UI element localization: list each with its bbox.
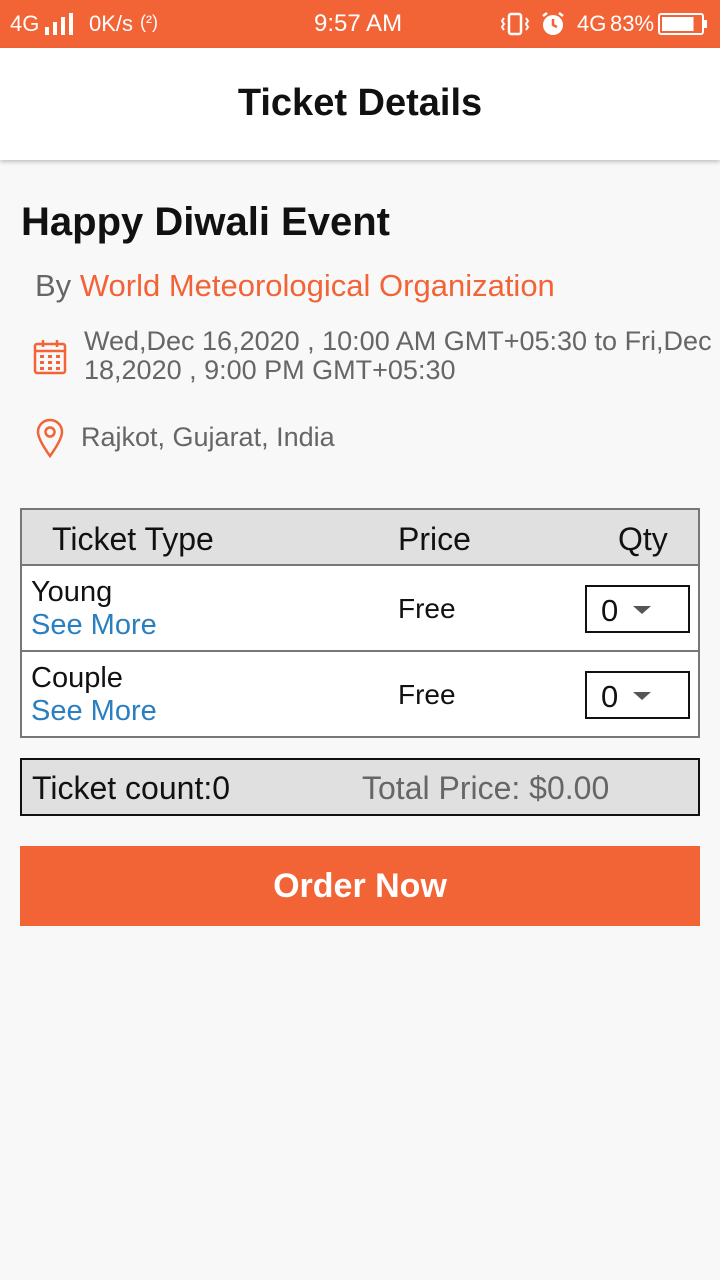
data-speed-label: 0K/s [89, 11, 134, 36]
ticket-name: Couple [31, 662, 123, 694]
dropdown-arrow-icon [633, 692, 651, 700]
see-more-link[interactable]: See More [31, 695, 157, 728]
organizer-line: By World Meteorological Organization [35, 268, 555, 304]
ticket-price: Free [398, 593, 456, 624]
see-more-link[interactable]: See More [31, 609, 157, 642]
signal-icon [45, 13, 73, 35]
organizer-link[interactable]: World Meteorological Organization [80, 268, 555, 303]
network-type-right-label: 4G [577, 11, 607, 36]
network-type-label: 4G [10, 11, 40, 36]
ticket-table-header: Ticket Type Price Qty [22, 510, 698, 566]
dropdown-arrow-icon [633, 606, 651, 614]
location-pin-icon [36, 418, 64, 458]
qty-dropdown[interactable]: 0 [585, 671, 690, 719]
hotspot-icon: (²) [140, 12, 158, 32]
qty-value: 0 [601, 679, 619, 714]
clock-time: 9:57 AM [314, 10, 403, 37]
calendar-icon [33, 340, 67, 375]
vibrate-icon [500, 12, 530, 36]
ticket-price: Free [398, 679, 456, 710]
event-date-range: Wed,Dec 16,2020 , 10:00 AM GMT+05:30 to … [84, 326, 712, 385]
total-price: Total Price: $0.00 [362, 770, 610, 806]
page-title: Ticket Details [237, 82, 483, 124]
header-price: Price [398, 521, 471, 557]
header-ticket-type: Ticket Type [52, 521, 214, 557]
battery-icon [658, 13, 707, 35]
header-qty: Qty [618, 521, 668, 557]
qty-value: 0 [601, 593, 619, 628]
table-row: Young See More Free 0 [22, 566, 698, 652]
event-title: Happy Diwali Event [21, 200, 390, 244]
battery-percent: 83% [610, 11, 655, 36]
order-summary: Ticket count:0 Total Price: $0.00 [20, 758, 700, 816]
ticket-table: Ticket Type Price Qty Young See More Fre… [20, 508, 700, 738]
alarm-icon [542, 12, 564, 35]
table-row: Couple See More Free 0 [22, 652, 698, 738]
ticket-count: Ticket count:0 [32, 770, 231, 806]
by-label: By [35, 268, 72, 303]
ticket-name: Young [31, 576, 113, 608]
status-bar: 4G 0K/s (²) 9:57 AM 4G 83% [0, 0, 720, 48]
qty-dropdown[interactable]: 0 [585, 585, 690, 633]
app-bar: Ticket Details [0, 48, 720, 160]
order-now-button[interactable]: Order Now [20, 846, 700, 926]
event-location: Rajkot, Gujarat, India [81, 422, 335, 452]
